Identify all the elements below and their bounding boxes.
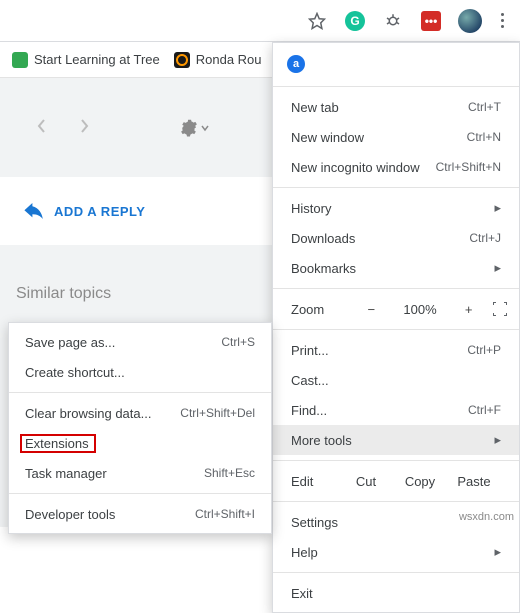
- nav-prev-icon[interactable]: [36, 118, 48, 137]
- chevron-right-icon: ▸: [494, 544, 501, 560]
- chrome-menu-button[interactable]: [490, 9, 514, 32]
- zoom-in-button[interactable]: +: [444, 302, 493, 317]
- submenu-item-task-manager[interactable]: Task manager Shift+Esc: [9, 458, 271, 488]
- menu-edit-row: Edit Cut Copy Paste: [273, 466, 519, 496]
- menu-item-find[interactable]: Find... Ctrl+F: [273, 395, 519, 425]
- menu-separator: [273, 572, 519, 573]
- menu-separator: [273, 501, 519, 502]
- menu-item-more-tools[interactable]: More tools ▸: [273, 425, 519, 455]
- fullscreen-icon[interactable]: [493, 302, 509, 316]
- bookmark-label: Ronda Rou: [196, 52, 262, 67]
- menu-item-history[interactable]: History ▸: [273, 193, 519, 223]
- edit-paste-button[interactable]: Paste: [447, 474, 501, 489]
- zoom-percent: 100%: [396, 302, 445, 317]
- grammarly-glyph: G: [345, 11, 365, 31]
- menu-profile-row[interactable]: a: [273, 47, 519, 81]
- submenu-item-save-page[interactable]: Save page as... Ctrl+S: [9, 327, 271, 357]
- edit-cut-button[interactable]: Cut: [339, 474, 393, 489]
- submenu-item-dev-tools[interactable]: Developer tools Ctrl+Shift+I: [9, 499, 271, 529]
- chevron-right-icon: ▸: [494, 432, 501, 448]
- menu-item-incognito[interactable]: New incognito window Ctrl+Shift+N: [273, 152, 519, 182]
- menu-item-new-tab[interactable]: New tab Ctrl+T: [273, 92, 519, 122]
- reply-arrow-icon: [24, 203, 44, 219]
- lastpass-glyph: •••: [421, 11, 441, 31]
- extension-grammarly-icon[interactable]: G: [342, 8, 368, 34]
- profile-badge-icon: a: [287, 55, 305, 73]
- menu-item-exit[interactable]: Exit: [273, 578, 519, 608]
- zoom-out-button[interactable]: −: [347, 302, 396, 317]
- submenu-item-extensions[interactable]: Extensions: [9, 428, 271, 458]
- bookmark-item-1[interactable]: Start Learning at Tree: [12, 52, 160, 68]
- source-watermark: wsxdn.com: [459, 511, 514, 523]
- menu-separator: [9, 392, 271, 393]
- menu-separator: [273, 288, 519, 289]
- edit-copy-button[interactable]: Copy: [393, 474, 447, 489]
- menu-item-help[interactable]: Help ▸: [273, 537, 519, 567]
- menu-item-cast[interactable]: Cast...: [273, 365, 519, 395]
- nav-next-icon[interactable]: [78, 118, 90, 137]
- menu-separator: [273, 329, 519, 330]
- extension-debug-icon[interactable]: [380, 8, 406, 34]
- chevron-right-icon: ▸: [494, 200, 501, 216]
- bookmark-star-icon[interactable]: [304, 8, 330, 34]
- browser-toolbar: G •••: [0, 0, 520, 42]
- bookmark-label: Start Learning at Tree: [34, 52, 160, 67]
- menu-item-new-window[interactable]: New window Ctrl+N: [273, 122, 519, 152]
- menu-item-bookmarks[interactable]: Bookmarks ▸: [273, 253, 519, 283]
- ronda-favicon-icon: [174, 52, 190, 68]
- menu-separator: [273, 460, 519, 461]
- menu-separator: [273, 86, 519, 87]
- menu-separator: [9, 493, 271, 494]
- submenu-item-clear-data[interactable]: Clear browsing data... Ctrl+Shift+Del: [9, 398, 271, 428]
- menu-separator: [273, 187, 519, 188]
- treehouse-favicon-icon: [12, 52, 28, 68]
- bookmark-item-2[interactable]: Ronda Rou: [174, 52, 262, 68]
- submenu-item-create-shortcut[interactable]: Create shortcut...: [9, 357, 271, 387]
- menu-item-downloads[interactable]: Downloads Ctrl+J: [273, 223, 519, 253]
- profile-avatar[interactable]: [458, 9, 482, 33]
- chrome-main-menu: a New tab Ctrl+T New window Ctrl+N New i…: [272, 42, 520, 613]
- menu-item-print[interactable]: Print... Ctrl+P: [273, 335, 519, 365]
- add-reply-label: ADD A REPLY: [54, 204, 145, 219]
- extension-lastpass-icon[interactable]: •••: [418, 8, 444, 34]
- more-tools-submenu: Save page as... Ctrl+S Create shortcut..…: [8, 322, 272, 534]
- settings-gear-icon[interactable]: [180, 119, 210, 137]
- menu-zoom-row: Zoom − 100% +: [273, 294, 519, 324]
- chevron-right-icon: ▸: [494, 260, 501, 276]
